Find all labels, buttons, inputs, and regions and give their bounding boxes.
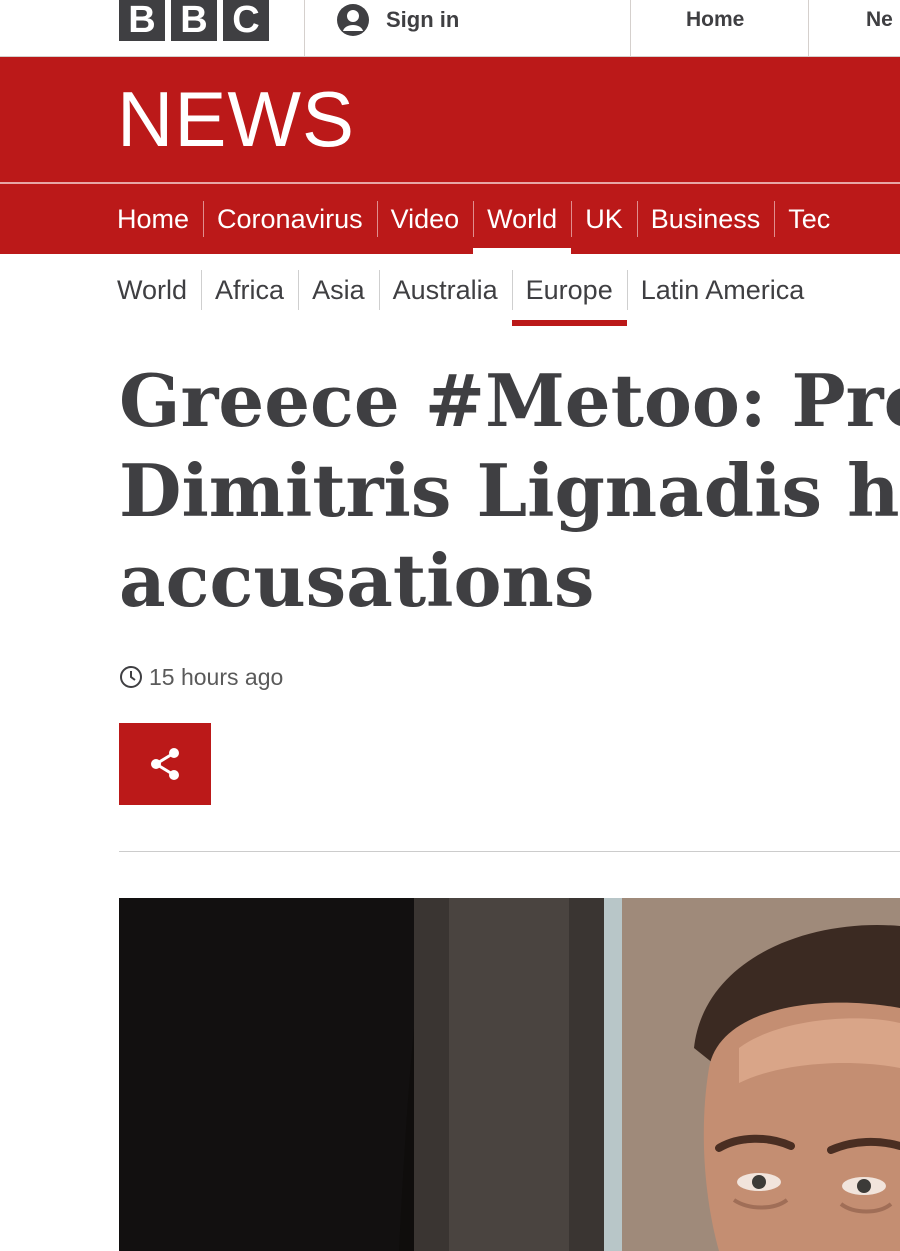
primary-nav-item-world[interactable]: World [473,184,572,254]
article-headline: Greece #Metoo: Pro Dimitris Lignadis he … [119,356,900,626]
primary-nav-item-tech[interactable]: Tec [774,184,844,254]
secondary-nav-item-africa[interactable]: Africa [201,254,298,326]
lead-image [119,898,900,1251]
secondary-nav-item-latin-america[interactable]: Latin America [626,254,819,326]
divider [808,0,809,57]
clock-icon [120,666,142,688]
divider [304,0,305,57]
user-icon [337,4,369,36]
headline-line: accusations [119,538,595,623]
primary-nav-item-video[interactable]: Video [376,184,474,254]
bbc-logo-letter: B [119,0,165,41]
secondary-nav: World Africa Asia Australia Europe Latin… [0,254,900,326]
photo-of-man-icon [119,898,900,1251]
top-nav-news[interactable]: Ne [866,0,893,40]
news-wordmark[interactable]: NEWS [117,79,355,159]
primary-nav-item-business[interactable]: Business [636,184,775,254]
content-divider [119,851,900,852]
timestamp-text: 15 hours ago [149,663,284,690]
bbc-logo[interactable]: B B C [119,0,269,41]
secondary-nav-item-asia[interactable]: Asia [298,254,379,326]
bbc-logo-letter: B [171,0,217,41]
news-banner: NEWS [0,57,900,182]
headline-line: Greece #Metoo: Pro [119,358,900,443]
headline-line: Dimitris Lignadis he [119,448,900,533]
share-button[interactable] [119,723,211,805]
secondary-nav-item-world[interactable]: World [117,254,201,326]
divider [630,0,631,57]
primary-nav-item-home[interactable]: Home [117,184,203,254]
sign-in-label: Sign in [386,7,460,32]
article-timestamp: 15 hours ago [119,660,283,694]
bbc-logo-letter: C [223,0,269,41]
primary-nav-item-coronavirus[interactable]: Coronavirus [203,184,377,254]
top-nav-home[interactable]: Home [686,0,744,40]
bbc-top-bar: B B C Sign in Home Ne [0,0,900,57]
secondary-nav-item-australia[interactable]: Australia [378,254,512,326]
primary-nav: Home Coronavirus Video World UK Business… [0,184,900,254]
secondary-nav-item-europe[interactable]: Europe [511,254,627,326]
primary-nav-item-uk[interactable]: UK [571,184,637,254]
sign-in-link[interactable]: Sign in [336,0,459,40]
share-icon [151,748,179,780]
